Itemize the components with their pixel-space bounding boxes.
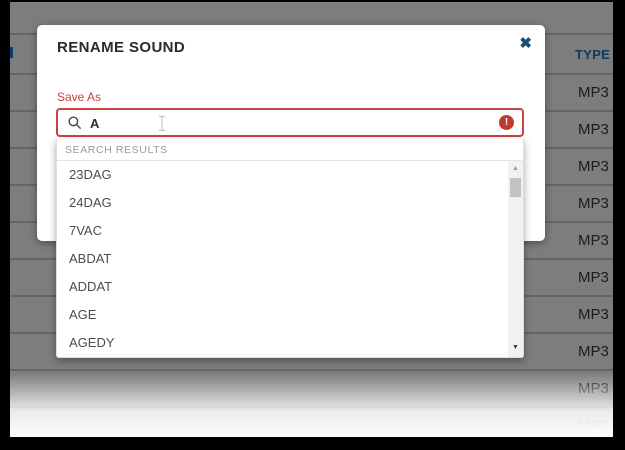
table-cell-type: MP3 [578, 121, 609, 138]
table-cell-type: MP3 [578, 306, 609, 323]
scroll-down-icon[interactable]: ▼ [508, 342, 523, 354]
table-cell-type: MP3 [578, 195, 609, 212]
clipped-column-header [10, 47, 13, 58]
list-item[interactable]: AGE [57, 301, 508, 329]
scrollbar[interactable]: ▲ ▼ [508, 161, 523, 357]
list-item[interactable]: 24DAG [57, 189, 508, 217]
save-as-input[interactable] [88, 112, 462, 135]
list-item[interactable]: 7VAC [57, 217, 508, 245]
list-item[interactable]: ADDAT [57, 273, 508, 301]
table-cell-type: MP3 [578, 84, 609, 101]
scroll-up-icon[interactable]: ▲ [508, 163, 523, 175]
text-cursor-icon [157, 115, 167, 137]
search-icon [67, 115, 83, 136]
table-row-divider [10, 369, 613, 371]
search-results-dropdown: SEARCH RESULTS 23DAG 24DAG 7VAC ABDAT AD… [56, 139, 524, 358]
search-results-header: SEARCH RESULTS [57, 139, 523, 161]
scrollbar-thumb[interactable] [510, 178, 521, 197]
save-as-search-box[interactable]: ! [56, 108, 524, 137]
table-cell-type: MP3 [578, 343, 609, 360]
table-cell-type: MP3 [578, 232, 609, 249]
list-item[interactable]: 23DAG [57, 161, 508, 189]
bottom-fade [10, 373, 613, 437]
search-results-list: 23DAG 24DAG 7VAC ABDAT ADDAT AGE AGEDY [57, 161, 508, 357]
close-icon[interactable]: ✖ [519, 36, 532, 51]
error-icon: ! [499, 115, 514, 130]
type-column-header: TYPE [575, 47, 610, 62]
save-as-label: Save As [57, 90, 101, 104]
table-cell-type: MP3 [578, 269, 609, 286]
modal-title: RENAME SOUND [57, 39, 185, 56]
list-item[interactable]: AGEDY [57, 329, 508, 357]
table-cell-type: MP3 [578, 158, 609, 175]
list-item[interactable]: ABDAT [57, 245, 508, 273]
